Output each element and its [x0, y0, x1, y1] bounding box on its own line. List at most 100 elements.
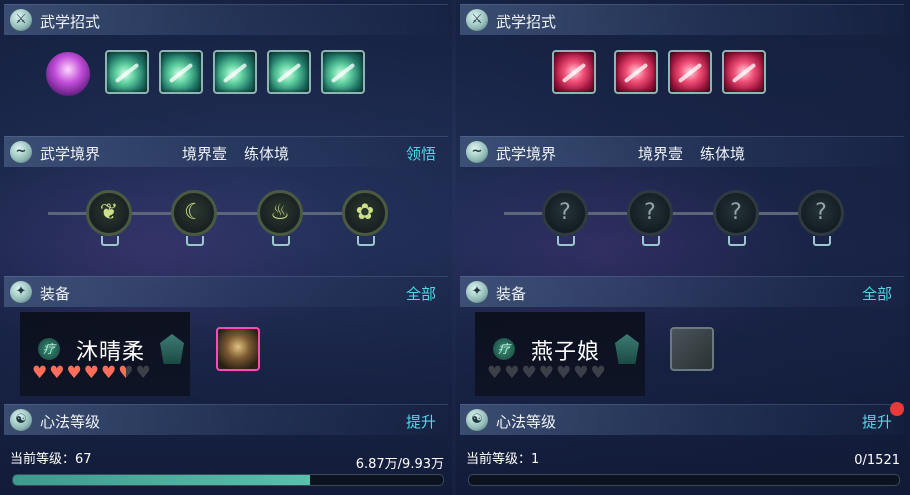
armor-icon: ✦ — [10, 281, 32, 303]
equipment-section-header: ✦ 装备 全部 — [4, 276, 448, 307]
moon-icon: ☾ — [184, 200, 204, 225]
heart-method-section-title: 心法等级 — [496, 413, 557, 431]
skills-section-title: 武学招式 — [40, 13, 101, 31]
equipment-section-title: 装备 — [496, 285, 527, 303]
heart-icon: ♥ — [556, 363, 572, 383]
healer-badge-icon: 疗 — [38, 338, 60, 360]
exp-bar — [468, 474, 900, 486]
exp-text: 6.87万/9.93万 — [355, 457, 444, 472]
heart-icon: ♥ — [49, 363, 65, 383]
realm-section-header: ~ 武学境界 境界壹 练体境 领悟 — [4, 136, 448, 167]
sword-icon: ⚔ — [466, 9, 488, 31]
heart-icon: ♥ — [135, 363, 151, 383]
swirl-icon: ~ — [466, 141, 488, 163]
question-icon: ? — [730, 200, 742, 225]
current-level: 当前等级：1 — [466, 452, 540, 467]
skill-icon[interactable] — [668, 50, 712, 94]
node-base-icon — [642, 236, 660, 246]
affection-hearts: ♥ ♥ ♥ ♥ ♥ ♥ ♥ — [487, 364, 606, 382]
character-panel-left: ⚔ 武学招式 ~ 武学境界 境界壹 练体境 领悟 ❦ ☾ ♨ ✿ ✦ 装备 全部… — [0, 0, 452, 495]
heart-icon: ♥ — [538, 363, 554, 383]
heart-icon: ♥ — [101, 363, 117, 383]
heart-method-section-title: 心法等级 — [40, 413, 101, 431]
armor-icon: ✦ — [466, 281, 488, 303]
character-panel-right: ⚔ 武学招式 ~ 武学境界 境界壹 练体境 ? ? ? ? ✦ 装备 全部 疗 … — [456, 0, 908, 495]
skill-icon[interactable] — [267, 50, 311, 94]
heart-icon: ♥ — [66, 363, 82, 383]
all-equipment-link[interactable]: 全部 — [862, 283, 892, 304]
node-base-icon — [101, 236, 119, 246]
question-icon: ? — [815, 200, 827, 225]
heart-icon: ♥ — [521, 363, 537, 383]
realm-node-4[interactable]: ✿ — [342, 190, 388, 236]
all-equipment-link[interactable]: 全部 — [406, 283, 436, 304]
skill-icon[interactable] — [722, 50, 766, 94]
heart-icon: ♥ — [590, 363, 606, 383]
hat-figure-icon — [615, 334, 639, 364]
meditation-icon: ☯ — [466, 409, 488, 431]
upgrade-link[interactable]: 提升 — [862, 411, 892, 432]
meditation-icon: ☯ — [10, 409, 32, 431]
realm-node-1[interactable]: ❦ — [86, 190, 132, 236]
character-card[interactable]: 疗 沐晴柔 ♥ ♥ ♥ ♥ ♥ ♥ ♥ — [20, 312, 190, 396]
realm-node-3[interactable]: ? — [713, 190, 759, 236]
skill-icon[interactable] — [105, 50, 149, 94]
heart-icon: ♥ — [573, 363, 589, 383]
comprehend-link[interactable]: 领悟 — [406, 143, 436, 164]
realm-node-1[interactable]: ? — [542, 190, 588, 236]
heart-icon: ♥ — [32, 363, 48, 383]
equipment-section-header: ✦ 装备 全部 — [460, 276, 904, 307]
heart-icon: ♥ — [118, 363, 134, 383]
realm-section-title: 武学境界 — [40, 145, 101, 163]
skill-icon[interactable] — [321, 50, 365, 94]
exp-text: 0/1521 — [854, 453, 900, 468]
mist-icon: ♨ — [270, 200, 290, 225]
node-base-icon — [813, 236, 831, 246]
swirl-icon: ~ — [10, 141, 32, 163]
heart-icon: ♥ — [487, 363, 503, 383]
heart-method-section-header: ☯ 心法等级 提升 — [4, 404, 448, 435]
skills-section-header: ⚔ 武学招式 — [460, 4, 904, 35]
healer-badge-icon: 疗 — [493, 338, 515, 360]
character-card[interactable]: 疗 燕子娘 ♥ ♥ ♥ ♥ ♥ ♥ ♥ — [475, 312, 645, 396]
equipment-slot-empty[interactable] — [670, 327, 714, 371]
exp-bar — [12, 474, 444, 486]
realm-node-4[interactable]: ? — [798, 190, 844, 236]
exp-fill — [13, 475, 310, 485]
affection-hearts: ♥ ♥ ♥ ♥ ♥ ♥ ♥ — [32, 364, 151, 382]
character-name: 燕子娘 — [531, 340, 601, 365]
character-aura-icon — [46, 52, 90, 96]
realm-node-2[interactable]: ? — [627, 190, 673, 236]
question-icon: ? — [559, 200, 571, 225]
realm-stage: 境界壹 — [182, 145, 228, 163]
equipment-section-title: 装备 — [40, 285, 71, 303]
sword-icon: ⚔ — [10, 9, 32, 31]
skill-icon[interactable] — [552, 50, 596, 94]
node-base-icon — [728, 236, 746, 246]
equipment-slot-armor[interactable] — [216, 327, 260, 371]
current-level: 当前等级：67 — [10, 452, 92, 467]
skill-icon[interactable] — [159, 50, 203, 94]
skill-icon[interactable] — [614, 50, 658, 94]
character-name: 沐晴柔 — [76, 340, 146, 365]
notification-dot-icon — [890, 402, 904, 416]
realm-stage: 境界壹 — [638, 145, 684, 163]
heart-icon: ♥ — [83, 363, 99, 383]
skills-section-title: 武学招式 — [496, 13, 557, 31]
skills-section-header: ⚔ 武学招式 — [4, 4, 448, 35]
realm-name: 练体境 — [700, 145, 746, 163]
heart-method-section-header: ☯ 心法等级 提升 — [460, 404, 904, 435]
leaf-icon: ❦ — [99, 200, 119, 225]
node-base-icon — [272, 236, 290, 246]
node-base-icon — [557, 236, 575, 246]
lotus-icon: ✿ — [355, 200, 375, 225]
skill-icon[interactable] — [213, 50, 257, 94]
node-base-icon — [357, 236, 375, 246]
realm-node-2[interactable]: ☾ — [171, 190, 217, 236]
hat-figure-icon — [160, 334, 184, 364]
question-icon: ? — [644, 200, 656, 225]
realm-node-3[interactable]: ♨ — [257, 190, 303, 236]
upgrade-link[interactable]: 提升 — [406, 411, 436, 432]
realm-section-header: ~ 武学境界 境界壹 练体境 — [460, 136, 904, 167]
node-base-icon — [186, 236, 204, 246]
